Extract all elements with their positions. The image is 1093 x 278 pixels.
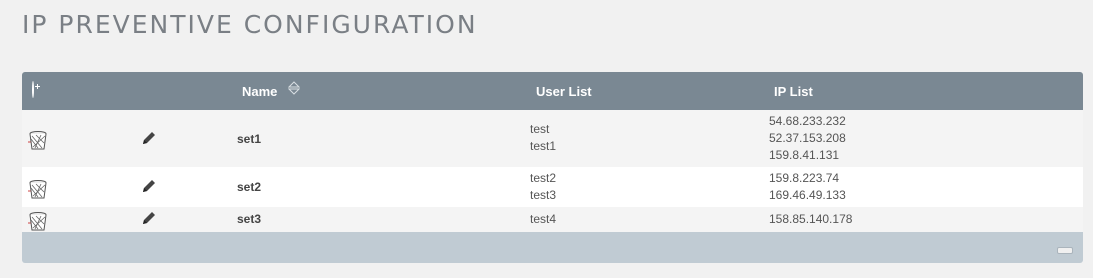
page-title: IP PREVENTIVE CONFIGURATION xyxy=(22,10,478,39)
column-header-ip-list: IP List xyxy=(774,84,813,99)
footer-button[interactable] xyxy=(1057,247,1073,254)
user-item: test xyxy=(530,122,550,136)
ip-list: 54.68.233.232 52.37.153.208 159.8.41.131 xyxy=(769,113,846,164)
table-row: set2 test2 test3 159.8.223.74 169.46.49.… xyxy=(22,167,1083,207)
set-name: set2 xyxy=(237,180,262,194)
set-name: set3 xyxy=(237,212,262,226)
ip-item: 158.85.140.178 xyxy=(769,212,853,226)
pencil-icon[interactable] xyxy=(141,210,157,226)
ip-list: 158.85.140.178 xyxy=(769,211,852,228)
add-icon[interactable] xyxy=(32,81,46,98)
user-item: test2 xyxy=(530,171,557,185)
table-footer xyxy=(22,232,1083,263)
user-item: test1 xyxy=(530,139,557,153)
column-header-name[interactable]: Name xyxy=(242,84,277,99)
ip-config-table: Name User List IP List set1 test test1 5… xyxy=(22,72,1083,263)
table-row: set1 test test1 54.68.233.232 52.37.153.… xyxy=(22,110,1083,167)
sort-icon[interactable] xyxy=(287,81,301,95)
user-item: test4 xyxy=(530,212,557,226)
pencil-icon[interactable] xyxy=(141,130,157,146)
table-header: Name User List IP List xyxy=(22,72,1083,110)
set-name: set1 xyxy=(237,132,262,146)
trash-icon[interactable] xyxy=(27,179,47,199)
column-header-user-list: User List xyxy=(536,84,592,99)
ip-item: 159.8.223.74 xyxy=(769,171,840,185)
trash-icon[interactable] xyxy=(27,211,47,231)
user-list: test4 xyxy=(530,211,556,228)
table-row: set3 test4 158.85.140.178 xyxy=(22,207,1083,232)
ip-item: 169.46.49.133 xyxy=(769,188,846,202)
user-item: test3 xyxy=(530,188,557,202)
user-list: test test1 xyxy=(530,121,556,155)
ip-item: 54.68.233.232 xyxy=(769,114,846,128)
pencil-icon[interactable] xyxy=(141,178,157,194)
ip-list: 159.8.223.74 169.46.49.133 xyxy=(769,170,846,204)
ip-item: 159.8.41.131 xyxy=(769,148,840,162)
ip-item: 52.37.153.208 xyxy=(769,131,846,145)
trash-icon[interactable] xyxy=(27,130,47,150)
user-list: test2 test3 xyxy=(530,170,556,204)
